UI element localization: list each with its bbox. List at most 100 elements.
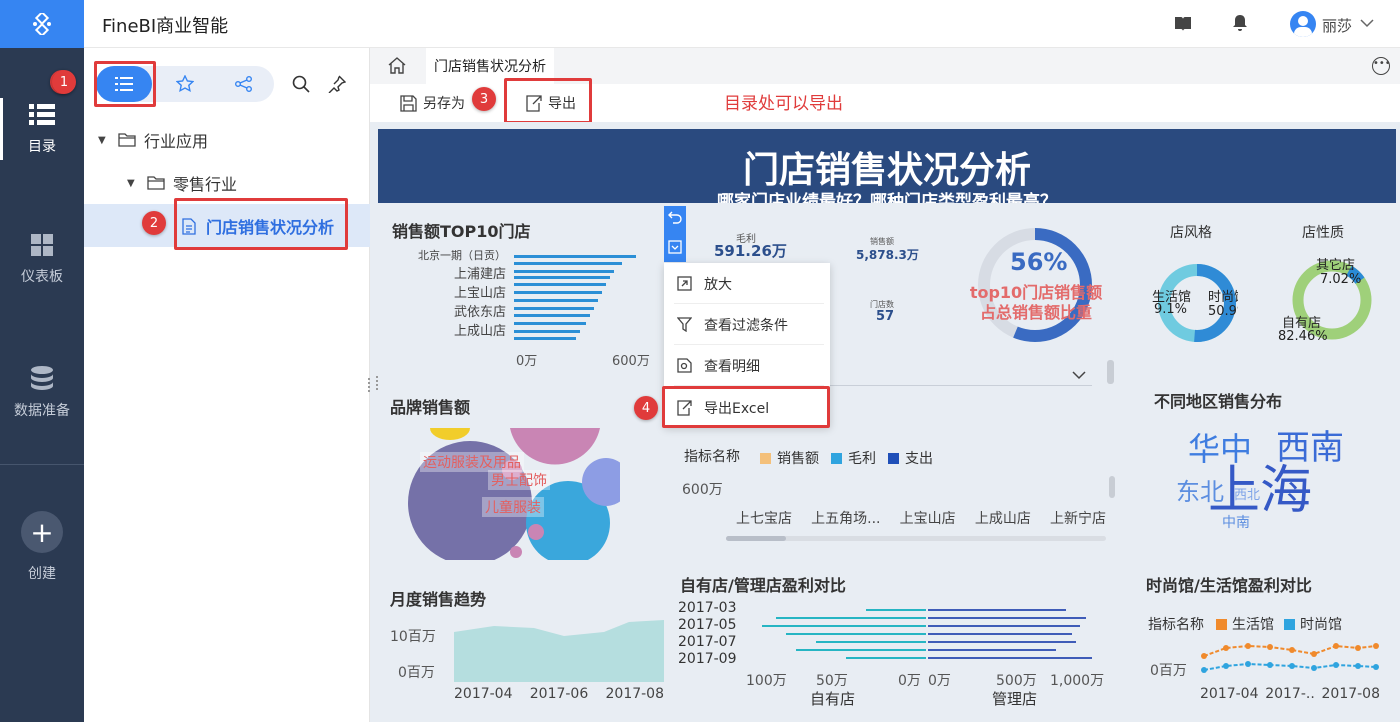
nature-a-label: 其它店 — [1316, 258, 1356, 273]
avatar[interactable] — [1290, 11, 1316, 37]
left-rail: 目录 仪表板 数据准备 + 创建 — [0, 0, 84, 722]
gauge-label-2: 占总销售额比重 — [979, 303, 1092, 322]
x-tick: 2017-04 — [1200, 686, 1259, 702]
favorites-button[interactable] — [164, 66, 206, 102]
top10-title: 销售额TOP10门店 — [392, 222, 531, 241]
chevron-down-icon[interactable] — [1072, 371, 1086, 380]
brand-label: 男士配饰 — [488, 470, 550, 490]
rail-item-data-prep[interactable]: 数据准备 — [0, 366, 84, 420]
caret-down-icon: ▼ — [127, 177, 135, 189]
search-icon[interactable] — [292, 75, 310, 93]
nature-pie-title: 店性质 — [1302, 225, 1344, 241]
undo-icon[interactable] — [668, 210, 682, 224]
store-label: 上浦建店 — [453, 267, 506, 282]
legend-label: 时尚馆 — [1300, 617, 1342, 633]
fashion-title: 时尚馆/生活馆盈利对比 — [1146, 576, 1312, 595]
store-label: 上成山店 — [453, 324, 506, 339]
rail-item-create[interactable]: + 创建 — [0, 511, 84, 583]
bell-icon[interactable] — [1232, 14, 1248, 32]
share-button[interactable] — [222, 66, 266, 102]
save-as-button[interactable]: 另存为 — [400, 93, 465, 113]
rail-item-dashboard[interactable]: 仪表板 — [0, 234, 84, 286]
more-icon[interactable]: ••• — [1372, 57, 1391, 75]
banner-title: 门店销售状况分析 — [742, 150, 1031, 191]
bar2-legend: 销售额 毛利 支出 — [760, 448, 933, 468]
database-icon — [31, 366, 53, 390]
menu-item-label: 查看过滤条件 — [704, 317, 788, 334]
monthly-area — [454, 620, 664, 682]
step-badge-3: 3 — [472, 87, 496, 111]
compare-months: 2017-03 2017-05 2017-07 2017-09 — [678, 600, 737, 668]
highlight-box-1 — [94, 61, 156, 107]
month-label: 2017-07 — [678, 634, 737, 650]
highlight-box-4 — [662, 386, 830, 428]
tree-node-industry[interactable]: ▼ 行业应用 — [84, 122, 208, 158]
dashboard-canvas: 门店销售状况分析 哪家门店业绩最好？哪种门店类型盈利最高？ 销售额TOP10门店… — [370, 122, 1400, 722]
caret-down-icon: ▼ — [98, 134, 106, 146]
logo-icon — [33, 13, 51, 35]
x-tick: 上新宁店 — [1049, 511, 1106, 527]
month-label: 2017-05 — [678, 617, 737, 633]
x-tick: 0万 — [928, 673, 951, 689]
gauge-value: 56% — [1010, 248, 1068, 276]
catalog-panel: 1 ▼ 行业应用 ▼ 零售行业 门店销售状况分析 2 — [50, 48, 370, 722]
top-bar: FineBI商业智能 丽莎 — [84, 0, 1400, 48]
legend-swatch — [1284, 618, 1295, 630]
x-tick: 2017-04 — [454, 686, 513, 702]
scrollbar[interactable] — [1107, 360, 1114, 384]
expand-icon — [676, 276, 692, 291]
x-tick: 上宝山店 — [899, 511, 956, 527]
book-icon[interactable] — [1174, 16, 1192, 32]
bar2-ytick: 600万 — [682, 482, 723, 498]
tree-label: 零售行业 — [173, 175, 238, 194]
menu-item-label: 放大 — [704, 276, 732, 293]
legend-label: 生活馆 — [1232, 617, 1274, 633]
dropdown-icon[interactable] — [668, 240, 682, 254]
scrollbar[interactable] — [1109, 476, 1115, 498]
resize-handle[interactable] — [376, 376, 380, 390]
home-icon[interactable] — [388, 57, 406, 74]
y-tick: 0百万 — [398, 665, 435, 681]
save-icon — [400, 94, 417, 112]
menu-item-details[interactable]: 查看明细 — [664, 345, 830, 386]
h-scrollbar[interactable] — [726, 536, 1106, 541]
pin-icon[interactable] — [328, 75, 346, 93]
star-icon — [176, 75, 194, 93]
y-tick: 0百万 — [1150, 663, 1187, 679]
folder-icon — [118, 133, 136, 147]
legend-swatch — [760, 452, 771, 464]
filter-select[interactable] — [830, 366, 1092, 386]
style-right-label: 时尚馆 — [1208, 290, 1238, 305]
fashion-legend: 指标名称 生活馆 时尚馆 — [1148, 614, 1342, 634]
x-tick: 2017-06 — [529, 686, 589, 702]
x-tick: 上成山店 — [974, 511, 1031, 527]
filter-icon — [676, 317, 692, 332]
x-tick: 上五角场... — [811, 511, 881, 527]
menu-item-filters[interactable]: 查看过滤条件 — [664, 304, 830, 345]
share-icon — [235, 76, 252, 92]
bar2-xaxis: 上七宝店 上五角场... 上宝山店 上成山店 上新宁店 — [736, 508, 1106, 528]
rail-item-catalog[interactable]: 目录 — [0, 104, 84, 156]
x-tick: 500万 — [996, 673, 1037, 689]
logo[interactable] — [0, 0, 84, 48]
x-tick: 2017-08 — [605, 686, 665, 702]
brand-label: 运动服装及用品 — [420, 452, 524, 472]
legend-swatch — [1216, 618, 1227, 630]
chevron-down-icon[interactable] — [1360, 19, 1374, 28]
export-note: 目录处可以导出 — [724, 94, 843, 114]
month-label: 2017-03 — [678, 600, 737, 616]
list-icon — [29, 104, 55, 125]
compare-title: 自有店/管理店盈利对比 — [680, 576, 846, 595]
user-name[interactable]: 丽莎 — [1322, 15, 1352, 36]
legend-swatch — [831, 452, 842, 464]
toolbar: 另存为 3 导出 目录处可以导出 — [370, 78, 1400, 124]
nature-a-pct: 7.02% — [1320, 272, 1362, 287]
legend-title: 指标名称 — [1148, 617, 1204, 633]
style-pie-title: 店风格 — [1170, 225, 1212, 241]
menu-item-label: 查看明细 — [704, 358, 760, 375]
step-badge-2: 2 — [142, 211, 166, 235]
tree-node-retail[interactable]: ▼ 零售行业 — [84, 165, 237, 201]
x-tick: 2017-.. — [1265, 686, 1315, 702]
menu-item-zoom[interactable]: 放大 — [664, 263, 830, 304]
banner-subtitle: 哪家门店业绩最好？哪种门店类型盈利最高？ — [717, 192, 1057, 203]
